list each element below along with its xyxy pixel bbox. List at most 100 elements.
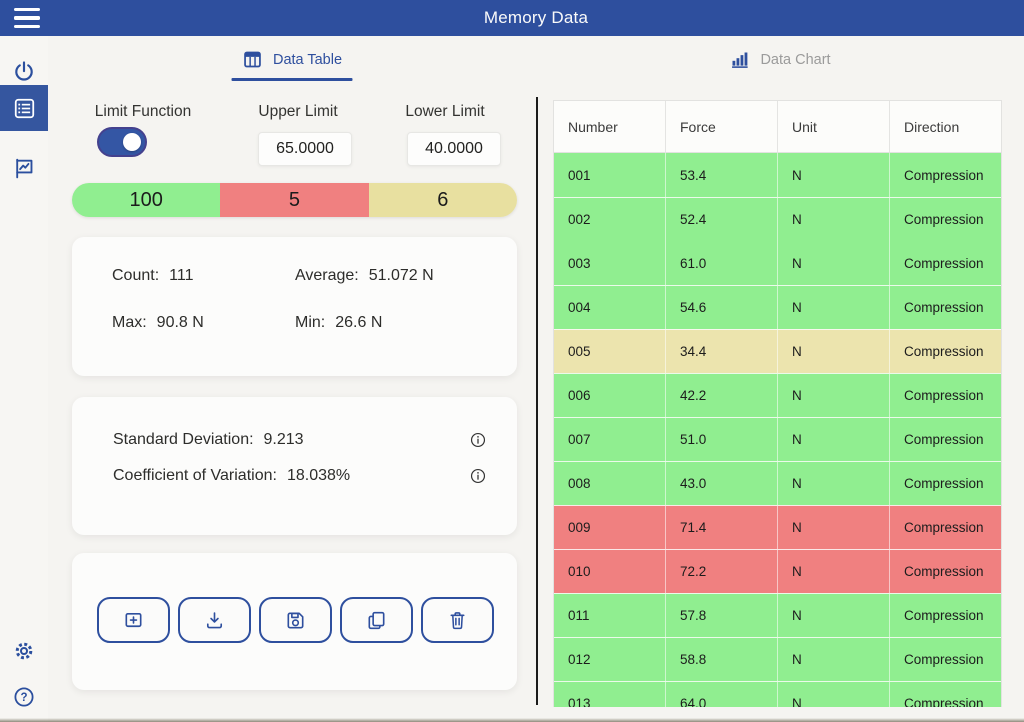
memory-data-app: Memory Data	[0, 0, 1024, 722]
limit-function-toggle[interactable]	[97, 127, 147, 157]
add-data-button[interactable]	[97, 597, 170, 643]
window-bottom-edge	[0, 718, 1024, 722]
table-row[interactable]: 011 57.8 N Compression	[554, 593, 1001, 637]
add-icon	[122, 609, 145, 632]
table-header-row: Number Force Unit Direction	[554, 101, 1001, 153]
std-deviation-info-button[interactable]	[469, 431, 487, 449]
cell-direction: Compression	[890, 418, 1001, 461]
cell-direction: Compression	[890, 153, 1001, 197]
copy-data-button[interactable]	[340, 597, 413, 643]
cell-direction: Compression	[890, 462, 1001, 505]
under-limit-count-segment: 6	[369, 183, 517, 217]
average-value: 51.072 N	[369, 267, 434, 284]
cell-direction: Compression	[890, 330, 1001, 373]
over-limit-count-segment: 5	[220, 183, 368, 217]
lower-limit-input[interactable]	[407, 132, 501, 166]
download-data-button[interactable]	[178, 597, 251, 643]
table-row[interactable]: 008 43.0 N Compression	[554, 461, 1001, 505]
bar-chart-icon	[729, 49, 750, 70]
column-header-direction: Direction	[890, 101, 1001, 152]
table-row[interactable]: 001 53.4 N Compression	[554, 153, 1001, 197]
table-row[interactable]: 005 34.4 N Compression	[554, 329, 1001, 373]
cell-direction: Compression	[890, 638, 1001, 681]
table-row[interactable]: 003 61.0 N Compression	[554, 241, 1001, 285]
cell-direction: Compression	[890, 682, 1001, 707]
limit-result-bar: 100 5 6	[72, 183, 517, 217]
cell-unit: N	[778, 241, 890, 285]
sidebar: ?	[0, 36, 48, 722]
sidebar-item-data-table[interactable]	[0, 85, 48, 131]
std-deviation-stat: Standard Deviation: 9.213	[113, 431, 469, 449]
cell-number: 005	[554, 330, 666, 373]
table-row[interactable]: 006 42.2 N Compression	[554, 373, 1001, 417]
upper-limit-input[interactable]	[258, 132, 352, 166]
active-tab-indicator	[232, 78, 353, 81]
cell-unit: N	[778, 418, 890, 461]
limit-settings-panel: Limit Function Upper Limit Lower Limit 1…	[48, 95, 537, 722]
cell-number: 011	[554, 594, 666, 637]
cell-number: 012	[554, 638, 666, 681]
info-icon	[469, 467, 487, 485]
cell-unit: N	[778, 682, 890, 707]
sidebar-item-data-chart[interactable]	[0, 145, 48, 191]
cell-unit: N	[778, 286, 890, 329]
table-row[interactable]: 004 54.6 N Compression	[554, 285, 1001, 329]
cell-number: 009	[554, 506, 666, 549]
cell-unit: N	[778, 153, 890, 197]
help-button[interactable]: ?	[0, 674, 48, 720]
min-stat: Min:26.6 N	[295, 314, 382, 332]
table-row[interactable]: 002 52.4 N Compression	[554, 197, 1001, 241]
average-label: Average:	[295, 267, 359, 284]
cell-unit: N	[778, 638, 890, 681]
actions-card	[72, 553, 517, 690]
info-icon	[469, 431, 487, 449]
std-deviation-label: Standard Deviation:	[113, 431, 254, 448]
table-row[interactable]: 010 72.2 N Compression	[554, 549, 1001, 593]
column-header-number: Number	[554, 101, 666, 152]
cell-force: 72.2	[666, 550, 778, 593]
cell-unit: N	[778, 198, 890, 241]
tab-data-table-label: Data Table	[273, 52, 342, 68]
count-stat: Count: 111	[112, 267, 295, 285]
save-data-button[interactable]	[259, 597, 332, 643]
coefficient-variation-info-button[interactable]	[469, 467, 487, 485]
cell-force: 51.0	[666, 418, 778, 461]
count-label: Count:	[112, 267, 159, 284]
column-header-force: Force	[666, 101, 778, 152]
help-icon: ?	[12, 685, 36, 709]
power-icon	[11, 59, 37, 85]
cell-force: 42.2	[666, 374, 778, 417]
cell-number: 007	[554, 418, 666, 461]
table-row[interactable]: 013 64.0 N Compression	[554, 681, 1001, 707]
cell-force: 54.6	[666, 286, 778, 329]
coefficient-variation-label: Coefficient of Variation:	[113, 467, 277, 484]
hamburger-menu-icon[interactable]	[14, 8, 40, 28]
tab-data-chart[interactable]: Data Chart	[536, 36, 1024, 95]
tab-data-table[interactable]: Data Table	[48, 36, 536, 95]
settings-button[interactable]	[0, 628, 48, 674]
count-value: 111	[169, 267, 193, 284]
cell-force: 53.4	[666, 153, 778, 197]
table-row[interactable]: 012 58.8 N Compression	[554, 637, 1001, 681]
tab-bar: Data Table Data Chart	[48, 36, 1024, 95]
std-deviation-value: 9.213	[264, 431, 304, 448]
cell-force: 43.0	[666, 462, 778, 505]
cell-number: 010	[554, 550, 666, 593]
table-icon	[242, 49, 263, 70]
delete-data-button[interactable]	[421, 597, 494, 643]
svg-text:?: ?	[20, 692, 27, 704]
table-row[interactable]: 009 71.4 N Compression	[554, 505, 1001, 549]
cell-unit: N	[778, 330, 890, 373]
table-body: 001 53.4 N Compression 002 52.4 N Compre…	[554, 153, 1001, 707]
cell-number: 013	[554, 682, 666, 707]
cell-number: 002	[554, 198, 666, 241]
tab-data-chart-label: Data Chart	[760, 52, 830, 68]
settings-gear-icon	[12, 639, 36, 663]
cell-force: 58.8	[666, 638, 778, 681]
cell-direction: Compression	[890, 198, 1001, 241]
max-value: 90.8 N	[157, 314, 204, 331]
toggle-knob	[123, 133, 141, 151]
cell-unit: N	[778, 374, 890, 417]
coefficient-variation-stat: Coefficient of Variation:18.038%	[113, 467, 469, 485]
table-row[interactable]: 007 51.0 N Compression	[554, 417, 1001, 461]
